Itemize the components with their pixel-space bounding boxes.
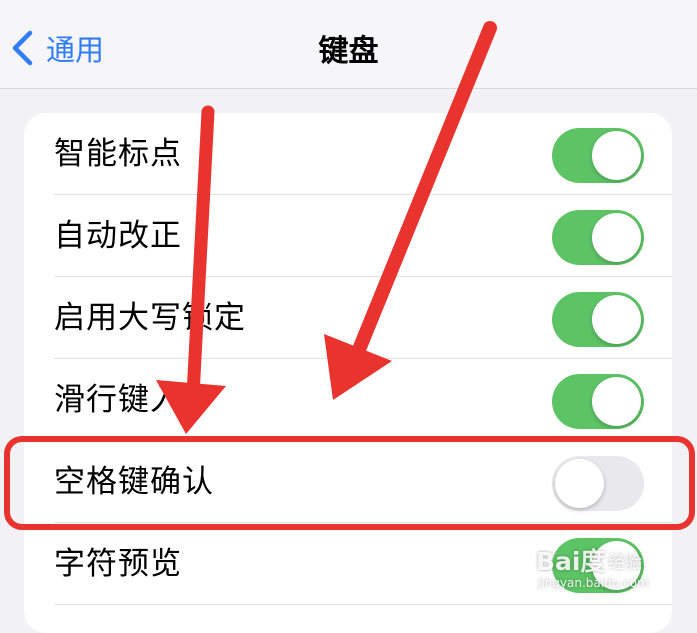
highlight-box [4, 436, 695, 530]
toggle-knob [592, 377, 641, 426]
watermark-text: 经验 [608, 553, 642, 573]
setting-label: 启用大写锁定 [54, 300, 246, 336]
setting-row-smart-punctuation: 智能标点 [24, 113, 672, 195]
setting-label: 滑行键入 [54, 382, 182, 418]
caps-lock-toggle[interactable] [552, 292, 644, 347]
toggle-knob [592, 131, 641, 180]
page-title: 键盘 [318, 34, 379, 69]
setting-row-auto-correction: 自动改正 [24, 195, 672, 277]
setting-label: 智能标点 [54, 136, 182, 172]
setting-label: 自动改正 [54, 218, 182, 254]
navigation-bar: 通用 键盘 [0, 0, 697, 89]
toggle-knob [592, 295, 641, 344]
slide-to-type-toggle[interactable] [552, 374, 644, 429]
setting-row-slide-to-type: 滑行键入 [24, 359, 672, 441]
row-divider [54, 604, 672, 605]
setting-label: 字符预览 [54, 546, 182, 582]
setting-row-caps-lock: 启用大写锁定 [24, 277, 672, 359]
watermark-url: jingyan.baidu.com [538, 576, 649, 590]
toggle-knob [592, 213, 641, 262]
baidu-watermark: Bai度 经验 jingyan.baidu.com [536, 540, 666, 598]
watermark-logo: Bai度 [536, 547, 606, 576]
smart-punctuation-toggle[interactable] [552, 128, 644, 183]
auto-correction-toggle[interactable] [552, 210, 644, 265]
